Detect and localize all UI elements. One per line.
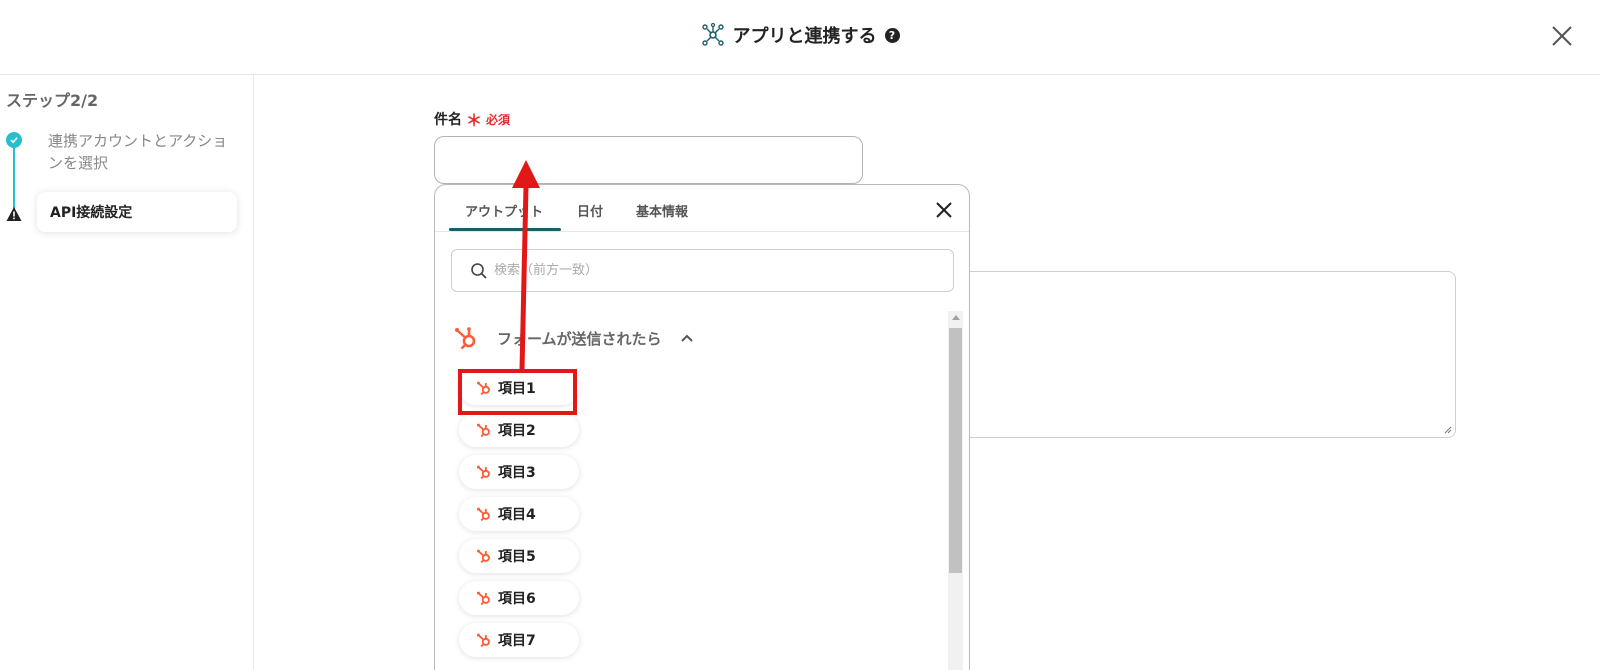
annotation-highlight-box bbox=[458, 369, 577, 415]
tab-basic-info[interactable]: 基本情報 bbox=[636, 201, 688, 220]
modal-header: アプリと連携する ? bbox=[0, 0, 1600, 75]
hubspot-icon bbox=[476, 633, 490, 648]
annotation-arrow-icon bbox=[512, 160, 540, 371]
subject-input[interactable] bbox=[434, 136, 863, 184]
list-item[interactable]: 項目5 bbox=[459, 539, 579, 573]
list-item-label: 項目3 bbox=[498, 465, 536, 481]
hubspot-icon bbox=[476, 591, 490, 606]
tab-date[interactable]: 日付 bbox=[577, 201, 603, 220]
list-item[interactable]: 項目3 bbox=[459, 455, 579, 489]
list-item-label: 項目4 bbox=[498, 507, 536, 523]
body-textarea[interactable] bbox=[940, 271, 1456, 438]
warning-icon bbox=[6, 207, 22, 221]
list-item[interactable]: 項目6 bbox=[459, 581, 579, 615]
list-item[interactable]: 項目4 bbox=[459, 497, 579, 531]
chevron-up-icon[interactable] bbox=[680, 333, 694, 343]
required-text: 必須 bbox=[486, 112, 511, 127]
step-item-select-account[interactable]: 連携アカウントとアクションを選択 bbox=[48, 130, 228, 174]
required-mark: ＊ bbox=[466, 111, 483, 130]
resize-grip-icon[interactable] bbox=[1444, 426, 1452, 434]
hubspot-icon bbox=[476, 549, 490, 564]
help-icon[interactable]: ? bbox=[884, 27, 900, 43]
list-item-label: 項目7 bbox=[498, 633, 536, 649]
list-item-label: 項目5 bbox=[498, 549, 536, 565]
group-header-form-submitted[interactable]: フォームが送信されたら bbox=[453, 325, 694, 351]
search-icon bbox=[471, 262, 487, 279]
header-title-group: アプリと連携する ? bbox=[0, 22, 1600, 48]
step-done-check-icon bbox=[6, 132, 22, 148]
popup-scrollbar[interactable] bbox=[948, 311, 963, 670]
list-item-label: 項目2 bbox=[498, 423, 536, 439]
step-counter: ステップ2/2 bbox=[6, 91, 99, 110]
close-icon[interactable] bbox=[935, 201, 953, 219]
list-item[interactable]: 項目7 bbox=[459, 623, 579, 657]
close-icon[interactable] bbox=[1550, 24, 1574, 48]
steps-sidebar: ステップ2/2 連携アカウントとアクションを選択 API接続設定 bbox=[0, 75, 254, 670]
app-connect-icon bbox=[701, 23, 724, 46]
scrollbar-thumb[interactable] bbox=[949, 328, 962, 573]
hubspot-icon bbox=[476, 423, 490, 438]
modal-title: アプリと連携する bbox=[732, 26, 877, 47]
hubspot-icon bbox=[476, 465, 490, 480]
hubspot-icon bbox=[455, 327, 476, 350]
step-connector-line bbox=[13, 148, 15, 212]
list-item[interactable]: 項目2 bbox=[459, 413, 579, 447]
scroll-up-arrow-icon[interactable] bbox=[952, 315, 960, 320]
subject-label: 件名 ＊ 必須 bbox=[434, 107, 510, 131]
list-item-label: 項目6 bbox=[498, 591, 536, 607]
hubspot-icon bbox=[476, 507, 490, 522]
step-item-api-settings[interactable]: API接続設定 bbox=[37, 192, 237, 232]
subject-label-text: 件名 bbox=[434, 112, 462, 128]
